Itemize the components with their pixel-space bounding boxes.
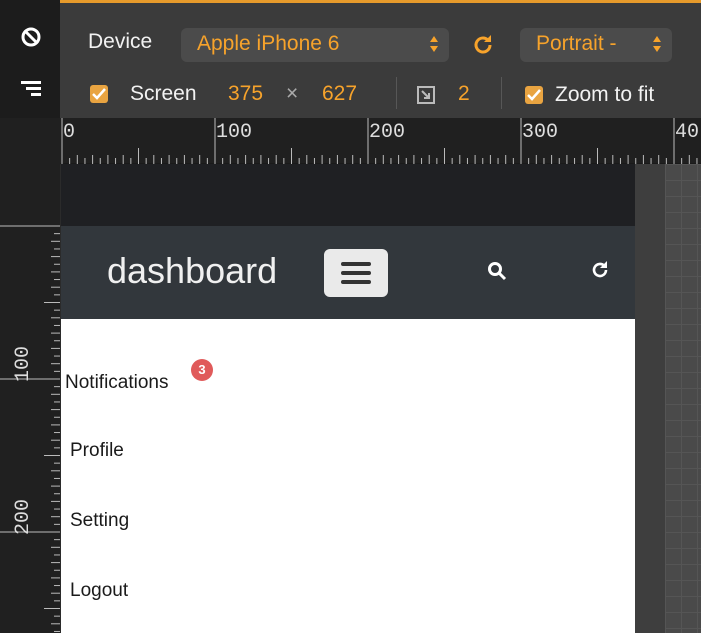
media-queries-icon[interactable] [21,79,41,99]
device-label: Device [88,30,153,53]
menu-toggle-button[interactable] [324,249,388,297]
status-bar [61,164,635,226]
screen-checkbox[interactable] [90,85,108,103]
device-toolbar: Device Apple iPhone 6 Portrait - Screen … [60,0,701,118]
rotate-icon[interactable] [471,33,495,57]
check-icon [527,89,541,101]
device-pixel-ratio-icon [417,86,435,104]
check-icon [92,88,106,100]
screen-label: Screen [130,82,197,105]
menu-item-profile[interactable]: Profile [70,440,124,462]
menu-item-notifications[interactable]: Notifications [65,372,169,394]
toolbar-icon-column [0,0,60,118]
menu-item-setting[interactable]: Setting [70,510,129,532]
hamburger-line [341,280,371,284]
menu-item-logout[interactable]: Logout [70,580,128,602]
dpr-input[interactable]: 2 [458,82,470,106]
horizontal-ruler: 0 100 200 300 40 [60,118,701,164]
brand-title[interactable]: dashboard [107,250,277,292]
disable-device-mode-icon[interactable] [21,27,41,47]
toolbar-divider [396,77,397,109]
zoom-to-fit-checkbox[interactable] [525,86,543,104]
search-icon[interactable] [487,261,507,281]
select-arrows-icon [430,36,438,52]
vertical-ruler: 100 200 [0,118,60,633]
ruler-label: 40 [675,121,700,144]
toolbar-divider [501,77,502,109]
devtools-device-mode: Device Apple iPhone 6 Portrait - Screen … [0,0,701,633]
ruler-label: 0 [63,121,76,144]
notification-badge: 3 [191,359,213,381]
device-select[interactable]: Apple iPhone 6 [181,28,449,62]
screen-times-sign: × [286,82,299,105]
refresh-icon[interactable] [589,259,611,281]
screen-height-input[interactable]: 627 [322,82,357,106]
device-viewport: dashboard Notifications 3 Profile Settin… [61,164,635,633]
orientation-select-value: Portrait - [536,32,617,55]
hamburger-line [341,271,371,275]
hamburger-line [341,262,371,266]
screen-width-input[interactable]: 375 [228,82,263,106]
zoom-to-fit-label: Zoom to fit [555,83,655,106]
select-arrows-icon [653,36,661,52]
device-select-value: Apple iPhone 6 [197,32,340,55]
ruler-label: 200 [12,498,35,535]
ruler-label: 200 [369,121,406,144]
orientation-select[interactable]: Portrait - [520,28,672,62]
ruler-label: 300 [522,121,559,144]
ruler-label: 100 [216,121,253,144]
app-navbar: dashboard [61,226,635,319]
canvas-background [665,164,701,633]
ruler-label: 100 [12,345,35,382]
viewport-edge [635,164,665,633]
